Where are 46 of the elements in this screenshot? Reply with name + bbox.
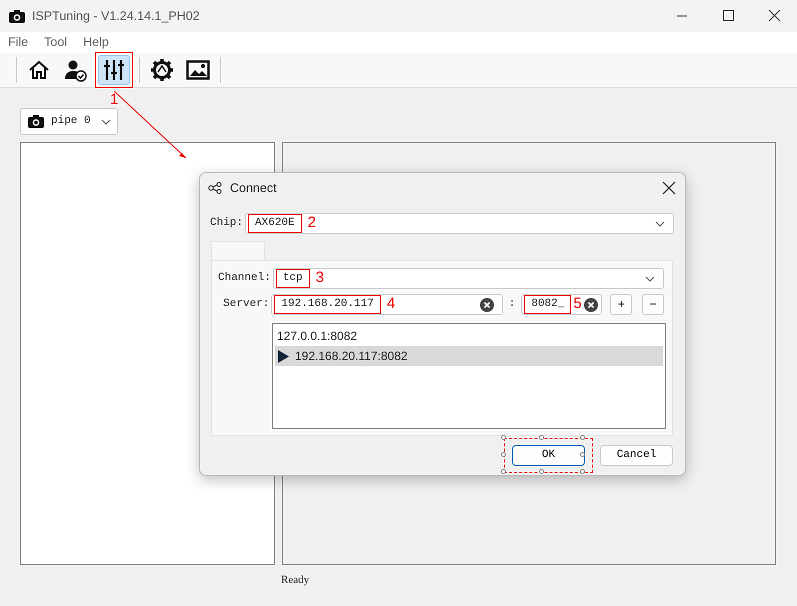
field-value: tcp bbox=[276, 269, 310, 288]
cancel-button[interactable]: Cancel bbox=[600, 445, 673, 466]
field-label: Channel: bbox=[218, 271, 271, 286]
chevron-down-icon bbox=[655, 220, 665, 226]
close-icon[interactable] bbox=[662, 181, 676, 195]
menu-item[interactable]: File bbox=[8, 33, 28, 52]
menu-item[interactable]: Help bbox=[83, 33, 109, 52]
chip-dropdown[interactable]: AX620E 2 bbox=[245, 213, 674, 234]
callout-number: 4 bbox=[386, 294, 396, 314]
callout-number: 2 bbox=[308, 213, 316, 234]
toolbar-button[interactable] bbox=[98, 55, 130, 85]
clear-icon[interactable] bbox=[584, 298, 598, 312]
user-check-icon bbox=[63, 58, 87, 82]
gear-icon bbox=[150, 58, 174, 82]
menu-item[interactable]: Tool bbox=[44, 33, 68, 52]
image-icon bbox=[186, 58, 210, 82]
server-field[interactable]: 192.168.20.117 4 bbox=[271, 294, 503, 315]
dialog-title: Connect bbox=[230, 180, 277, 197]
callout-number: 5 bbox=[573, 294, 582, 314]
remove-button[interactable]: − bbox=[642, 294, 664, 315]
separator-text: : bbox=[508, 297, 516, 312]
server-list-item[interactable]: 127.0.0.1:8082 bbox=[275, 326, 663, 346]
add-button[interactable]: + bbox=[610, 294, 632, 315]
channel-dropdown[interactable]: tcp 3 bbox=[272, 268, 664, 289]
window-title: ISPTuning - V1.24.14.1_PH02 bbox=[32, 8, 200, 25]
status-text: Ready bbox=[281, 573, 310, 588]
field-label: Chip: bbox=[210, 216, 244, 232]
callout-number: 3 bbox=[316, 268, 324, 288]
field-value: 8082_ bbox=[524, 295, 572, 314]
share-nodes-icon bbox=[208, 182, 222, 194]
field-label: Server: bbox=[222, 297, 270, 312]
play-icon bbox=[277, 350, 289, 362]
home-icon bbox=[27, 58, 51, 82]
chevron-down-icon bbox=[645, 276, 655, 282]
port-field[interactable]: 8082_ 5 bbox=[521, 294, 602, 315]
camera-icon bbox=[8, 8, 26, 24]
callout-number: 1 bbox=[110, 92, 118, 107]
field-value: 192.168.20.117 bbox=[274, 295, 381, 314]
sliders-icon bbox=[102, 58, 126, 82]
field-value: AX620E bbox=[248, 214, 302, 233]
pipe-dropdown[interactable]: pipe 0 bbox=[20, 108, 118, 135]
camera-icon bbox=[27, 113, 45, 130]
chevron-down-icon bbox=[101, 118, 111, 124]
ok-button[interactable]: OK bbox=[512, 445, 585, 466]
server-list-item[interactable]: 192.168.20.117:8082 bbox=[275, 346, 663, 366]
clear-icon[interactable] bbox=[480, 298, 494, 312]
